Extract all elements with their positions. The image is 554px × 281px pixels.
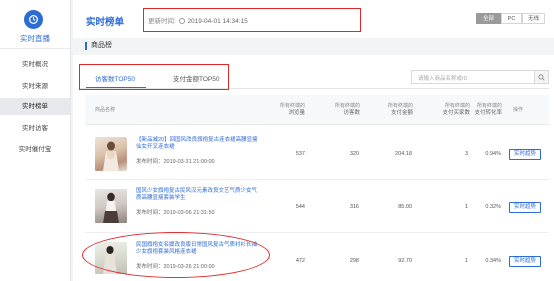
cell-conversion: 0.94%	[485, 151, 501, 157]
cell-views: 472	[295, 258, 305, 264]
sidebar-item-payment-reminder[interactable]: 实时催付宝	[0, 141, 70, 158]
table-row: 【新品减20】回国风改良旗袍复古连衣裙高腰显瘦仙女开叉连衣裙 发布时间：2019…	[85, 128, 549, 180]
search-placeholder: 请输入商品名称或ID	[418, 76, 468, 82]
search-button[interactable]	[534, 70, 549, 84]
product-title-link[interactable]: 【新品减20】回国风改良旗袍复古连衣裙高腰显瘦仙女开叉连衣裙	[136, 137, 258, 151]
search-icon	[538, 73, 545, 81]
sidebar-item-visitors[interactable]: 实时访客	[0, 120, 70, 137]
section-band	[73, 38, 554, 55]
cell-conversion: 0.34%	[485, 258, 501, 264]
cell-pay-amount: 204.18	[395, 151, 412, 157]
header-views: 所有终端的 浏览量	[279, 103, 305, 116]
divider	[0, 48, 70, 49]
device-pc-button[interactable]: PC	[501, 13, 522, 24]
device-wireless-button[interactable]: 无线	[522, 13, 545, 24]
sidebar-item-sources[interactable]: 实时来源	[0, 78, 70, 95]
cell-views: 544	[295, 204, 305, 210]
product-publish-time: 发布时间：2019-03-31 21:00:00	[136, 159, 215, 165]
header-action: 操作	[513, 107, 524, 113]
live-logo-icon	[24, 10, 43, 29]
cell-visitors: 316	[349, 204, 359, 210]
header-visitors: 所有终端的 访客数	[334, 103, 360, 116]
realtime-trend-button[interactable]: 实时趋势	[509, 202, 541, 213]
cell-views: 537	[295, 151, 305, 157]
page-title: 实时榜单	[86, 17, 125, 28]
sidebar-item-overview[interactable]: 实时概况	[0, 56, 70, 73]
cell-visitors: 298	[349, 258, 359, 264]
product-title-link[interactable]: 国风少女旗袍复古民风汉元素改良文艺气质少女气质高腰显瘦套装学生	[136, 188, 258, 202]
product-thumbnail[interactable]	[95, 137, 127, 171]
tab-highlight	[79, 64, 229, 90]
cell-conversion: 0.32%	[485, 204, 501, 210]
product-publish-time: 发布时间：2019-03-06 21:31:50	[136, 210, 215, 216]
cell-pay-amount: 92.70	[398, 258, 412, 264]
table-header: 商品名称 所有终端的 浏览量 所有终端的 访客数 所有终端的 支付金额 所有终端的 支付…	[85, 95, 549, 125]
header-conversion: 所有终端的 支付转化率	[474, 103, 502, 116]
update-time: 更新时间: 2019-04-01 14:34:15	[148, 15, 248, 25]
realtime-trend-button[interactable]: 实时趋势	[509, 149, 541, 160]
device-all-button[interactable]: 全部	[476, 13, 501, 24]
sidebar: 实时直播 实时概况 实时来源 实时榜单 实时访客 实时催付宝	[0, 0, 71, 281]
realtime-trend-button[interactable]: 实时趋势	[509, 256, 541, 267]
update-time-value: 2019-04-01 14:34:15	[187, 18, 248, 25]
header-product: 商品名称	[95, 107, 116, 113]
clock-icon	[178, 18, 185, 24]
table-row: 国风少女旗袍复古民风汉元素改良文艺气质少女气质高腰显瘦套装学生 发布时间：201…	[85, 181, 549, 233]
search-input[interactable]: 请输入商品名称或ID	[411, 70, 549, 84]
product-thumbnail[interactable]	[95, 189, 127, 223]
header-pay-amount: 所有终端的 支付金额	[387, 103, 413, 116]
cell-pay-amount: 85.00	[398, 204, 412, 210]
row-highlight-ellipse	[82, 232, 270, 278]
sidebar-item-rankings[interactable]: 实时榜单	[0, 98, 70, 115]
cell-visitors: 320	[349, 151, 359, 157]
update-time-label: 更新时间:	[148, 18, 176, 25]
sidebar-title: 实时直播	[20, 34, 50, 43]
section-title: 商品榜	[85, 42, 112, 50]
